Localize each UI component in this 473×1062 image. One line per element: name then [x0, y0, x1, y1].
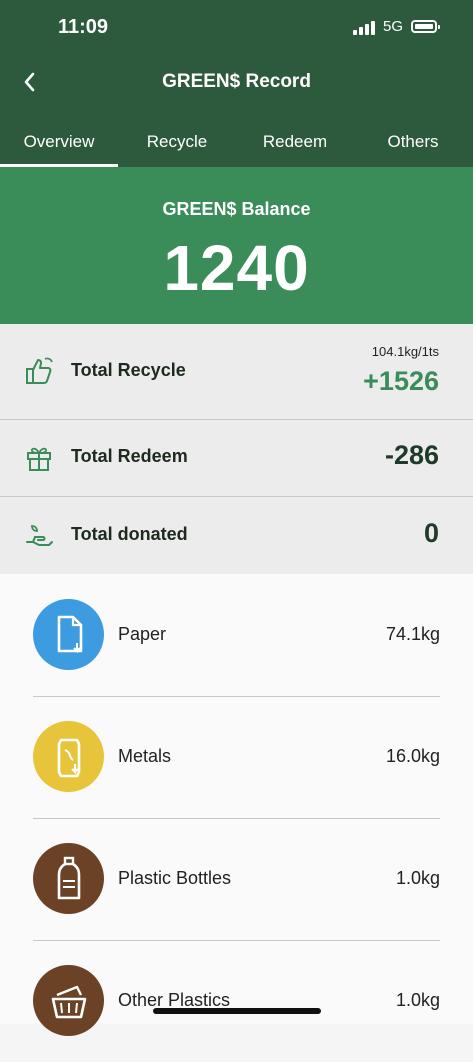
tab-recycle[interactable]: Recycle — [118, 125, 236, 167]
total-recycle-row[interactable]: Total Recycle 104.1kg/1ts +1526 — [0, 324, 473, 419]
bottle-icon — [33, 843, 104, 914]
battery-icon — [411, 20, 440, 33]
total-recycle-weight: 104.1kg/1ts — [371, 344, 439, 359]
total-donated-row[interactable]: Total donated 0 — [0, 496, 473, 575]
material-label: Metals — [118, 746, 172, 766]
page-title: GREEN$ Record — [162, 71, 311, 92]
signal-icon — [352, 19, 375, 35]
material-label: Plastic Bottles — [118, 868, 232, 888]
status-time: 11:09 — [58, 16, 109, 38]
total-donated-value: 0 — [423, 518, 439, 548]
material-value: 1.0kg — [395, 868, 440, 888]
balance-label: GREEN$ Balance — [162, 199, 311, 219]
material-list: Paper 74.1kg Metals 16.0kg Plastic Bottl… — [0, 574, 473, 1036]
list-item-paper[interactable]: Paper 74.1kg — [33, 574, 440, 697]
paper-icon — [33, 599, 104, 670]
status-indicators: 5G — [352, 18, 440, 35]
total-redeem-label: Total Redeem — [71, 446, 188, 466]
balance-value: 1240 — [163, 232, 310, 304]
list-item-metals[interactable]: Metals 16.0kg — [33, 696, 440, 819]
network-label: 5G — [382, 18, 403, 35]
total-recycle-value: +1526 — [363, 366, 439, 396]
can-icon — [33, 721, 104, 792]
total-redeem-value: -286 — [384, 440, 439, 470]
total-redeem-row[interactable]: Total Redeem -286 — [0, 419, 473, 497]
material-value: 74.1kg — [385, 624, 440, 644]
gift-icon — [27, 447, 51, 471]
list-item-plastic-bottles[interactable]: Plastic Bottles 1.0kg — [33, 818, 440, 941]
total-recycle-label: Total Recycle — [71, 360, 186, 380]
donate-hand-icon — [26, 525, 53, 546]
material-value: 1.0kg — [395, 990, 440, 1010]
tab-overview[interactable]: Overview — [0, 125, 118, 167]
tab-others[interactable]: Others — [354, 125, 472, 167]
basket-icon — [33, 965, 104, 1036]
material-label: Paper — [118, 624, 167, 644]
tab-bar: Overview Recycle Redeem Others — [0, 125, 473, 167]
material-value: 16.0kg — [385, 746, 440, 766]
balance-card: GREEN$ Balance 1240 — [0, 167, 473, 324]
home-indicator[interactable] — [153, 1008, 321, 1014]
total-donated-label: Total donated — [71, 524, 188, 544]
list-item-other-plastics[interactable]: Other Plastics 1.0kg — [33, 940, 440, 1062]
thumbs-up-recycle-icon — [26, 357, 53, 384]
app-header: 11:09 5G GREEN$ Record Overview Recycle … — [0, 0, 473, 167]
tab-redeem[interactable]: Redeem — [236, 125, 354, 167]
